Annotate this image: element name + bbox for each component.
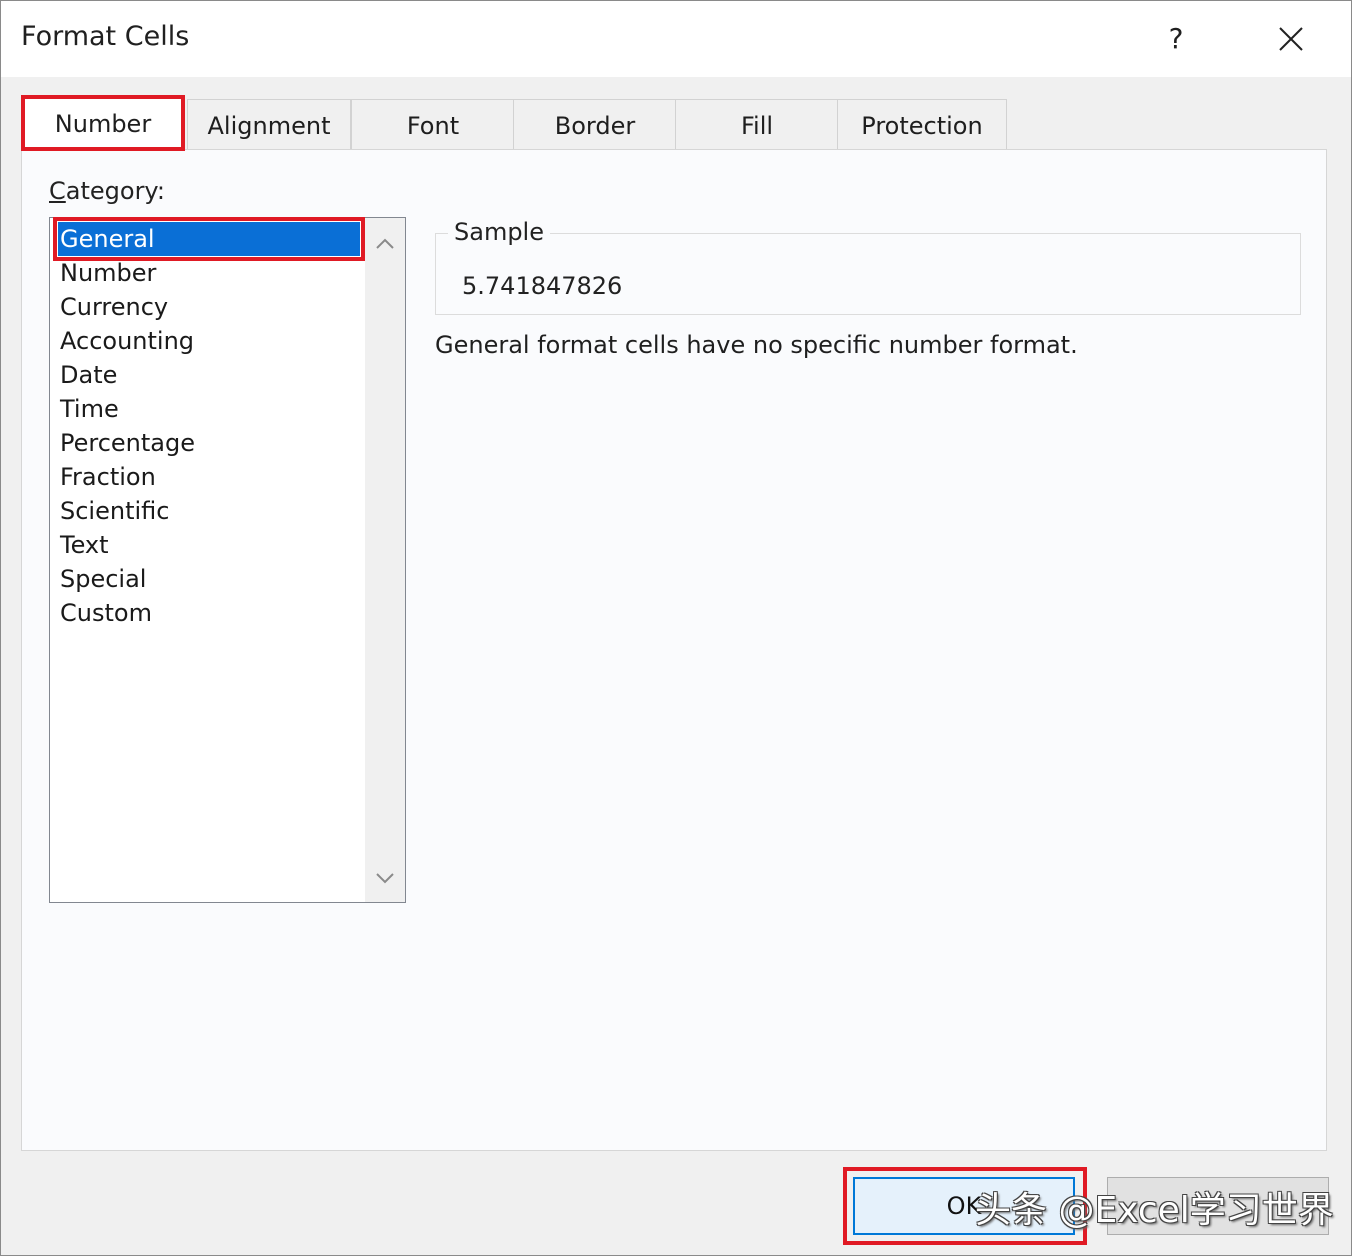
title-bar: Format Cells ? [1,1,1351,77]
close-icon [1279,27,1303,51]
category-list[interactable]: General Number Currency Accounting Date … [49,217,406,903]
tab-border[interactable]: Border [513,99,677,149]
tab-fill[interactable]: Fill [675,99,839,149]
tab-font[interactable]: Font [351,99,515,149]
category-item-number[interactable]: Number [58,256,360,290]
sample-legend: Sample [448,218,550,246]
category-label-accesskey: C [49,177,66,205]
tab-number[interactable]: Number [21,95,185,151]
category-item-special[interactable]: Special [58,562,360,596]
chevron-up-icon [376,238,394,249]
category-item-currency[interactable]: Currency [58,290,360,324]
tab-alignment[interactable]: Alignment [187,99,351,149]
category-label: Category: [49,177,165,205]
category-item-percentage[interactable]: Percentage [58,426,360,460]
category-item-text[interactable]: Text [58,528,360,562]
category-item-fraction[interactable]: Fraction [58,460,360,494]
sample-group: Sample 5.741847826 [435,218,1301,315]
category-item-accounting[interactable]: Accounting [58,324,360,358]
watermark-text: 头条 @Excel学习世界 [975,1190,1334,1231]
category-item-scientific[interactable]: Scientific [58,494,360,528]
category-item-custom[interactable]: Custom [58,596,360,630]
dialog-title: Format Cells [21,21,190,52]
category-item-date[interactable]: Date [58,358,360,392]
category-label-rest: ategory: [65,177,165,205]
sample-value: 5.741847826 [462,272,623,300]
format-cells-dialog: Format Cells ? Number Alignment Font Bor… [0,0,1352,1256]
tab-protection[interactable]: Protection [837,99,1007,149]
scroll-up-button[interactable] [365,224,405,264]
close-button[interactable] [1265,15,1317,63]
help-button[interactable]: ? [1151,17,1201,61]
category-item-general[interactable]: General [53,217,365,261]
chevron-down-icon [376,873,394,884]
format-description: General format cells have no specific nu… [435,331,1078,359]
scroll-down-button[interactable] [365,858,405,898]
category-item-time[interactable]: Time [58,392,360,426]
category-scrollbar[interactable] [365,218,405,902]
